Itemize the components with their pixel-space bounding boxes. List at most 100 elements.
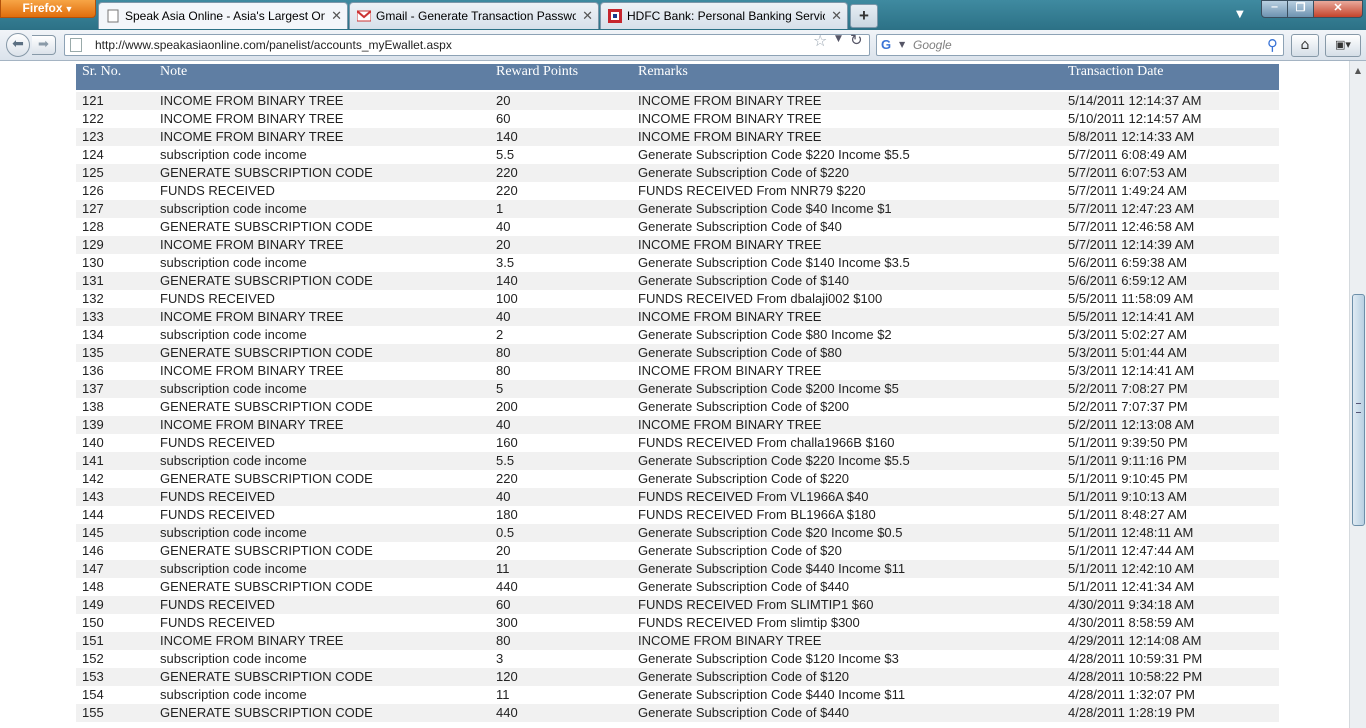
bookmark-star-icon[interactable]: ☆ xyxy=(813,31,827,50)
search-bar[interactable]: G ▼ Google ⚲ xyxy=(876,34,1284,56)
cell-transaction-date: 5/14/2011 12:14:37 AM xyxy=(1068,92,1279,110)
reload-icon[interactable]: ↻ xyxy=(850,31,863,49)
table-row: 127 subscription code income 1 Generate Sub… xyxy=(76,200,1279,218)
cell-note: FUNDS RECEIVED xyxy=(160,183,275,198)
cell-remarks: Generate Subscription Code $80 Income $2 xyxy=(638,327,892,342)
table-row: 134 subscription code income 2 Generate Sub… xyxy=(76,326,1279,344)
close-tab-icon[interactable]: ✕ xyxy=(582,8,593,24)
cell-remarks: Generate Subscription Code $140 Income $… xyxy=(638,255,910,270)
table-row: 124 subscription code income 5.5 Generate S… xyxy=(76,146,1279,164)
forward-button[interactable]: ➡ xyxy=(32,35,56,55)
cell-transaction-date: 5/5/2011 12:14:41 AM xyxy=(1068,308,1279,326)
vertical-scrollbar[interactable]: ▲ xyxy=(1349,61,1366,728)
cell-note: subscription code income xyxy=(160,327,307,342)
table-row: 122 INCOME FROM BINARY TREE 60 INCOME FROM … xyxy=(76,110,1279,128)
search-engine-dropdown-icon[interactable]: ▼ xyxy=(899,40,905,49)
cell-sr-no: 129 xyxy=(76,236,160,254)
cell-sr-no: 133 xyxy=(76,308,160,326)
table-row: 150 FUNDS RECEIVED 300 FUNDS RECEIVED From … xyxy=(76,614,1279,632)
cell-transaction-date: 4/28/2011 1:32:07 PM xyxy=(1068,687,1195,702)
cell-note: GENERATE SUBSCRIPTION CODE xyxy=(160,272,496,290)
cell-note: GENERATE SUBSCRIPTION CODE xyxy=(160,164,496,182)
table-row: 132 FUNDS RECEIVED 100 FUNDS RECEIVED From … xyxy=(76,290,1279,308)
cell-reward-points: 3.5 xyxy=(496,255,515,270)
cell-reward-points: 40 xyxy=(496,488,638,506)
cell-transaction-date: 5/2/2011 7:07:37 PM xyxy=(1068,399,1188,414)
close-window-button[interactable]: ✕ xyxy=(1313,0,1363,18)
tab-speak-asia[interactable]: Speak Asia Online - Asia's Largest Onl..… xyxy=(98,2,348,29)
cell-remarks: FUNDS RECEIVED From challa1966B $160 xyxy=(638,435,895,450)
cell-reward-points: 180 xyxy=(496,507,518,522)
cell-transaction-date: 5/7/2011 12:14:39 AM xyxy=(1068,236,1279,254)
cell-reward-points: 140 xyxy=(496,272,638,290)
cell-remarks: FUNDS RECEIVED From dbalaji002 $100 xyxy=(638,291,883,306)
addon-button[interactable]: ▣▾ xyxy=(1325,34,1361,57)
cell-note: INCOME FROM BINARY TREE xyxy=(160,111,344,126)
scroll-up-arrow-icon[interactable]: ▲ xyxy=(1351,64,1365,78)
tab-hdfc[interactable]: HDFC Bank: Personal Banking Services ✕ xyxy=(600,2,848,29)
address-bar[interactable]: http://www.speakasiaonline.com/panelist/… xyxy=(64,34,870,56)
table-row: 153 GENERATE SUBSCRIPTION CODE 120 Generate… xyxy=(76,668,1279,686)
cell-sr-no: 146 xyxy=(82,543,104,558)
cell-reward-points: 100 xyxy=(496,291,518,306)
cell-transaction-date: 4/28/2011 1:28:19 PM xyxy=(1068,704,1279,722)
cell-remarks: FUNDS RECEIVED From NNR79 $220 xyxy=(638,183,866,198)
close-tab-icon[interactable]: ✕ xyxy=(331,8,342,24)
url-text[interactable]: http://www.speakasiaonline.com/panelist/… xyxy=(95,38,452,52)
cell-sr-no: 130 xyxy=(82,255,104,270)
cell-sr-no: 147 xyxy=(76,560,160,578)
cell-sr-no: 136 xyxy=(82,363,104,378)
tab-list-icon[interactable]: ▼ xyxy=(1236,9,1244,20)
cell-sr-no: 155 xyxy=(76,704,160,722)
gmail-icon xyxy=(357,10,371,22)
addon-icon: ▣▾ xyxy=(1335,38,1351,51)
cell-note: GENERATE SUBSCRIPTION CODE xyxy=(160,471,373,486)
cell-sr-no: 142 xyxy=(82,471,104,486)
cell-note: FUNDS RECEIVED xyxy=(160,507,275,522)
cell-reward-points: 0.5 xyxy=(496,524,638,542)
back-button[interactable]: ⬅ xyxy=(6,33,30,57)
cell-note: FUNDS RECEIVED xyxy=(160,291,275,306)
cell-transaction-date: 5/1/2011 12:41:34 AM xyxy=(1068,579,1195,594)
tab-gmail[interactable]: Gmail - Generate Transaction Passwo... ✕ xyxy=(349,2,599,29)
cell-remarks: FUNDS RECEIVED From slimtip $300 xyxy=(638,615,860,630)
cell-sr-no: 152 xyxy=(82,651,104,666)
minimize-button[interactable]: ‒ xyxy=(1261,0,1288,18)
col-header-sr-no: Sr. No. xyxy=(76,64,160,90)
maximize-button[interactable]: ❐ xyxy=(1287,0,1314,18)
close-tab-icon[interactable]: ✕ xyxy=(831,8,842,24)
title-bar: Firefox ▼ Speak Asia Online - Asia's Larg… xyxy=(0,0,1366,30)
cell-note: INCOME FROM BINARY TREE xyxy=(160,92,496,110)
cell-sr-no: 148 xyxy=(82,579,104,594)
cell-note: FUNDS RECEIVED xyxy=(160,596,496,614)
new-tab-button[interactable]: + xyxy=(850,4,878,28)
cell-note: INCOME FROM BINARY TREE xyxy=(160,363,344,378)
cell-transaction-date: 5/7/2011 6:08:49 AM xyxy=(1068,147,1188,162)
firefox-menu-button[interactable]: Firefox ▼ xyxy=(0,0,96,18)
search-placeholder: Google xyxy=(913,38,952,52)
cell-reward-points: 220 xyxy=(496,471,518,486)
table-row: 152 subscription code income 3 Generate Sub… xyxy=(76,650,1279,668)
cell-remarks: Generate Subscription Code of $140 xyxy=(638,272,1068,290)
home-button[interactable]: ⌂ xyxy=(1291,34,1319,57)
cell-remarks: INCOME FROM BINARY TREE xyxy=(638,236,1068,254)
cell-reward-points: 20 xyxy=(496,543,511,558)
cell-transaction-date: 5/1/2011 9:10:45 PM xyxy=(1068,471,1188,486)
scrollbar-thumb[interactable] xyxy=(1352,294,1365,526)
cell-remarks: INCOME FROM BINARY TREE xyxy=(638,92,1068,110)
cell-reward-points: 5.5 xyxy=(496,452,638,470)
cell-note: subscription code income xyxy=(160,524,496,542)
cell-remarks: Generate Subscription Code of $440 xyxy=(638,704,1068,722)
cell-note: subscription code income xyxy=(160,200,496,218)
cell-sr-no: 121 xyxy=(76,92,160,110)
search-icon[interactable]: ⚲ xyxy=(1267,36,1278,54)
cell-transaction-date: 4/28/2011 10:58:22 PM xyxy=(1068,668,1279,686)
url-history-dropdown-icon[interactable]: ▼ xyxy=(835,34,842,44)
cell-transaction-date: 5/7/2011 6:07:53 AM xyxy=(1068,164,1279,182)
cell-transaction-date: 5/3/2011 5:01:44 AM xyxy=(1068,344,1279,362)
cell-sr-no: 122 xyxy=(82,111,104,126)
cell-transaction-date: 5/3/2011 12:14:41 AM xyxy=(1068,363,1195,378)
cell-remarks: INCOME FROM BINARY TREE xyxy=(638,632,1068,650)
cell-reward-points: 20 xyxy=(496,236,638,254)
google-icon[interactable]: G xyxy=(881,37,896,52)
